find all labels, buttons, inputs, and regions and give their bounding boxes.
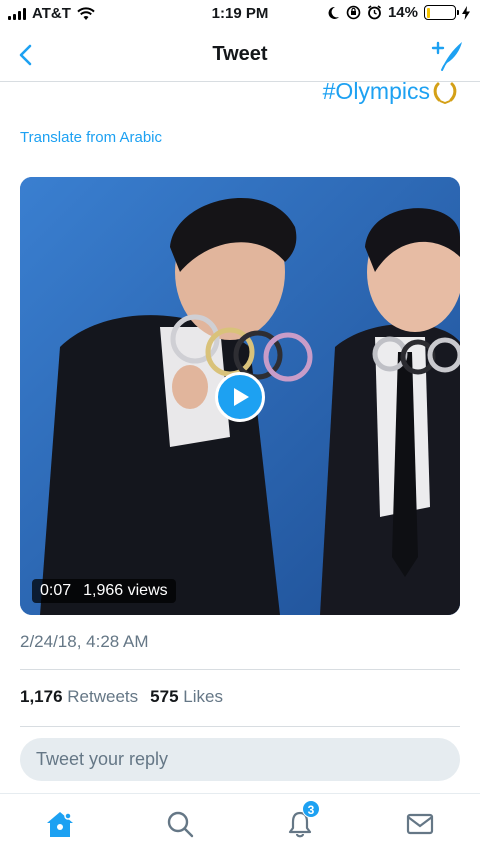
hashtag-text: #Olympics	[322, 78, 430, 104]
status-right: 14%	[327, 4, 470, 21]
video-views: 1,966 views	[83, 582, 168, 599]
play-button[interactable]	[215, 372, 265, 422]
page-title: Tweet	[212, 43, 268, 65]
tab-search[interactable]	[160, 806, 200, 842]
search-icon	[167, 811, 194, 838]
battery-icon	[424, 5, 459, 20]
reply-placeholder: Tweet your reply	[36, 749, 169, 769]
compose-tweet-button[interactable]	[430, 38, 466, 72]
hashtag-link[interactable]: #Olympics	[323, 78, 458, 105]
translate-link[interactable]: Translate from Arabic	[20, 129, 162, 146]
likes-count: 575	[150, 687, 179, 706]
reply-input[interactable]: Tweet your reply	[20, 738, 460, 781]
tweet-timestamp: 2/24/18, 4:28 AM	[20, 632, 149, 651]
video-info-badge: 0:07 1,966 views	[32, 579, 176, 603]
olympic-laurel-icon	[433, 82, 457, 104]
status-bar: AT&T 1:19 PM 14%	[0, 0, 480, 30]
tab-home[interactable]	[40, 806, 80, 842]
orientation-lock-icon	[346, 5, 361, 20]
charging-bolt-icon	[462, 5, 470, 20]
likes-stat[interactable]: 575 Likes	[150, 687, 223, 707]
compose-tweet-icon	[431, 41, 462, 71]
tab-bar: 3	[0, 793, 480, 854]
moon-icon	[328, 6, 339, 19]
retweets-stat[interactable]: 1,176 Retweets	[20, 687, 138, 707]
video-player[interactable]: 0:07 1,966 views	[20, 177, 460, 615]
tab-messages[interactable]	[400, 806, 440, 842]
video-duration: 0:07	[40, 582, 72, 599]
alarm-icon	[367, 5, 381, 20]
likes-label: Likes	[183, 687, 223, 706]
divider	[20, 669, 460, 670]
divider	[20, 726, 460, 727]
home-icon	[47, 812, 73, 837]
tweet-stats: 1,176 Retweets 575 Likes	[20, 687, 223, 707]
tab-notifications[interactable]: 3	[280, 800, 320, 842]
notification-badge: 3	[302, 800, 320, 818]
mail-icon	[406, 813, 434, 835]
battery-fill	[426, 7, 431, 18]
nav-bar: Tweet	[0, 30, 480, 82]
play-icon	[234, 388, 249, 406]
retweets-count: 1,176	[20, 687, 63, 706]
battery-percent: 14%	[387, 4, 418, 21]
retweets-label: Retweets	[67, 687, 139, 706]
